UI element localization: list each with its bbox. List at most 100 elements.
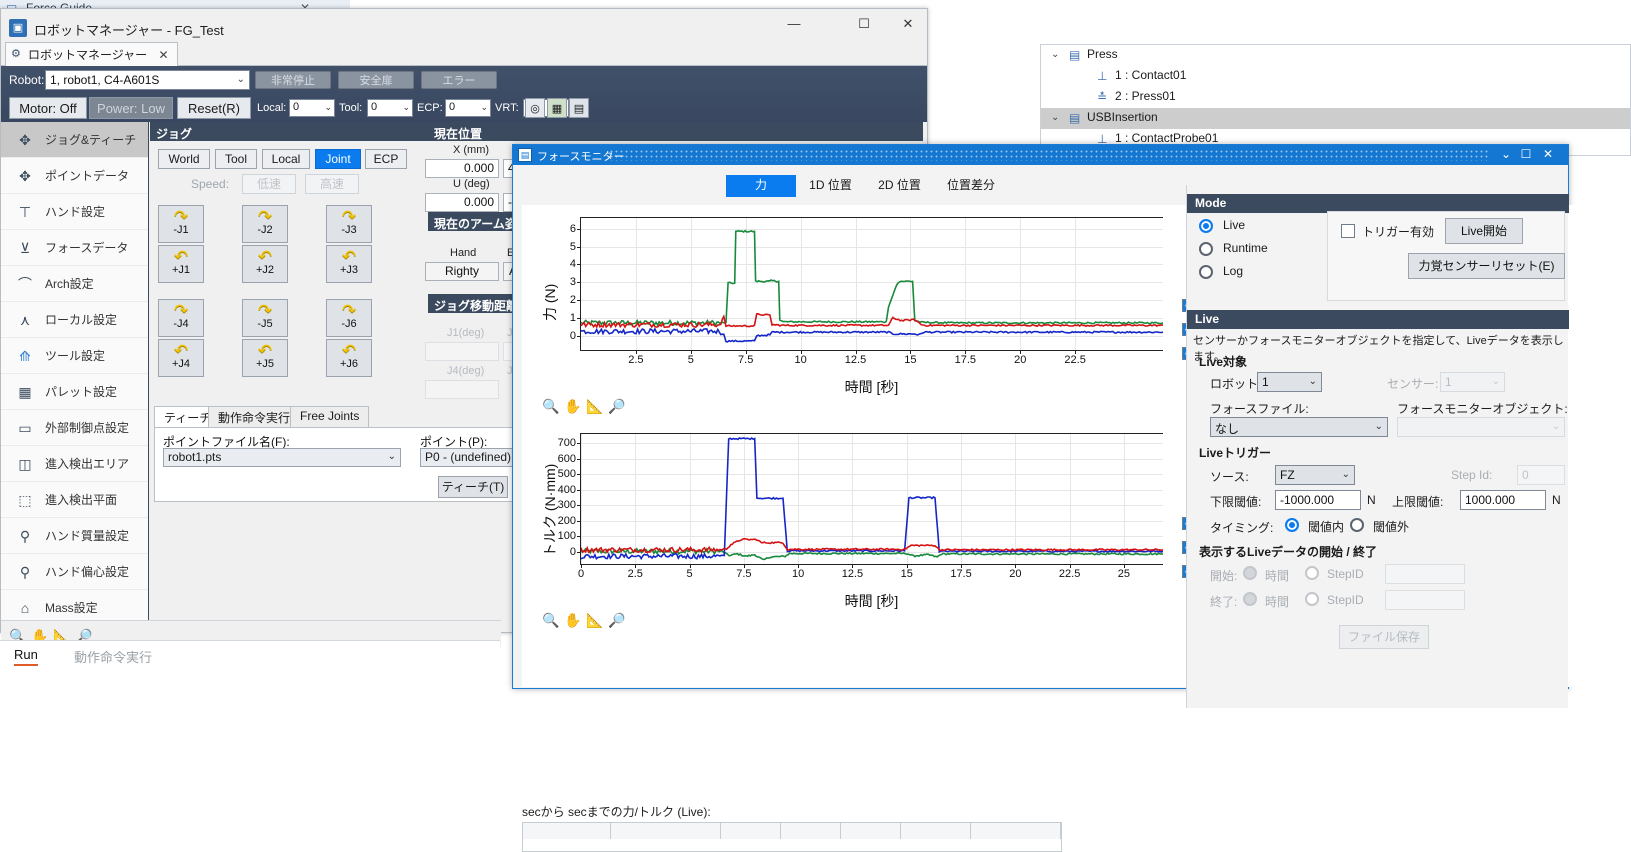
timing-radio-out[interactable] [1350, 518, 1364, 532]
lower-threshold-input[interactable]: -1000.000 [1275, 490, 1361, 510]
sidebar-item-label: フォースデータ [45, 241, 128, 255]
jog-panel-header: ジョグ [150, 122, 428, 141]
zoom-reset-icon[interactable]: 🔎 [608, 611, 626, 629]
force-file-select[interactable]: なし ⌄ [1210, 417, 1388, 437]
tab-close-icon[interactable]: ✕ [159, 48, 169, 62]
jog-button-minus-J1[interactable]: ↷-J1 [158, 205, 204, 243]
jog-button-plusminus-J4[interactable]: ↶+J4 [158, 339, 204, 377]
x-value[interactable]: 0.000 [425, 159, 499, 178]
jog-mode-local[interactable]: Local [262, 149, 310, 169]
timing-radio-in[interactable] [1285, 518, 1299, 532]
minimize-button[interactable]: — [771, 9, 817, 39]
tab-motion-command[interactable]: 動作命令実行 [74, 647, 152, 666]
grid-icon[interactable]: ▦ [547, 98, 567, 118]
mode-radio-live[interactable] [1199, 219, 1213, 233]
jog-button-plusminus-J5[interactable]: ↶+J5 [242, 339, 288, 377]
jog-mode-world[interactable]: World [158, 149, 210, 169]
force-sensor-reset-button[interactable]: 力覚センサーリセット(E) [1408, 253, 1565, 279]
sidebar-item-6[interactable]: ⟰ツール設定 [1, 338, 148, 374]
sidebar-item-9[interactable]: ◫進入検出エリア [1, 446, 148, 482]
measure-icon[interactable]: 📐 [586, 611, 604, 629]
sidebar-item-10[interactable]: ⬚進入検出平面 [1, 482, 148, 518]
tree-item-0[interactable]: ⌄▤Press [1041, 45, 1630, 66]
jog-button-label: +J4 [159, 358, 203, 370]
measure-icon[interactable]: 📐 [586, 397, 604, 415]
reset-button[interactable]: Reset(R) [177, 97, 251, 119]
motor-toggle-button[interactable]: Motor: Off [9, 97, 87, 119]
table-col-7 [971, 823, 1061, 839]
emergency-stop-indicator: 非常停止 [255, 71, 331, 89]
tool-select[interactable]: 0⌄ [367, 99, 413, 117]
zoom-reset-icon[interactable]: 🔎 [608, 397, 626, 415]
force-monitor-tab-0[interactable]: 力 [726, 175, 796, 197]
jog-button-plusminus-J1[interactable]: ↶+J1 [158, 245, 204, 283]
x-tick-label: 2.5 [628, 354, 643, 366]
mode-radio-log[interactable] [1199, 265, 1213, 279]
sidebar-item-4[interactable]: ⌒Arch設定 [1, 266, 148, 302]
zoom-in-icon[interactable]: 🔍 [542, 611, 560, 629]
sidebar-item-8[interactable]: ▭外部制御点設定 [1, 410, 148, 446]
tool-value: 0 [371, 101, 377, 113]
jog-button-plusminus-J3[interactable]: ↶+J3 [326, 245, 372, 283]
jog-button-label: +J5 [243, 358, 287, 370]
u-value[interactable]: 0.000 [425, 193, 499, 212]
chevron-down-icon[interactable]: ⌄ [1051, 49, 1059, 60]
jog-mode-joint[interactable]: Joint [315, 149, 361, 169]
teach-tab-1[interactable]: 動作命令実行 [208, 406, 300, 428]
teach-button[interactable]: ティーチ(T) [438, 476, 508, 498]
tab-robot-manager-label: ロボットマネージャー [28, 48, 147, 62]
force-monitor-tab-2[interactable]: 2D 位置 [865, 175, 934, 197]
sidebar-item-label: Arch設定 [45, 277, 94, 291]
robot-select[interactable]: 1, robot1, C4-A601S ⌄ [45, 70, 250, 90]
camera-icon[interactable]: ◎ [525, 98, 545, 118]
sidebar-item-12[interactable]: ⚲ハンド偏心設定 [1, 554, 148, 590]
live-start-button[interactable]: Live開始 [1445, 218, 1523, 244]
pan-hand-icon[interactable]: ✋ [564, 611, 582, 629]
jog-button-plusminus-J6[interactable]: ↶+J6 [326, 339, 372, 377]
tree-item-3[interactable]: ⌄▤USBInsertion [1041, 108, 1630, 129]
local-select[interactable]: 0⌄ [289, 99, 335, 117]
timing-label-out: 閾値外 [1373, 518, 1409, 535]
jog-mode-tool[interactable]: Tool [215, 149, 257, 169]
close-button[interactable]: ✕ [885, 9, 931, 39]
tree-item-2[interactable]: ≛2 : Press01 [1041, 87, 1630, 108]
force-monitor-tab-1[interactable]: 1D 位置 [796, 175, 865, 197]
sidebar-item-0[interactable]: ✥ジョグ&ティーチ [1, 122, 148, 158]
upper-threshold-input[interactable]: 1000.000 [1460, 490, 1546, 510]
sidebar-item-2[interactable]: ⊤ハンド設定 [1, 194, 148, 230]
trigger-enabled-checkbox[interactable] [1341, 224, 1355, 238]
sidebar-item-3[interactable]: ⊻フォースデータ [1, 230, 148, 266]
jog-mode-ecp[interactable]: ECP [365, 149, 407, 169]
sidebar-item-5[interactable]: ⋏ローカル設定 [1, 302, 148, 338]
maximize-button[interactable]: ☐ [841, 9, 887, 39]
force-monitor-tab-3[interactable]: 位置差分 [934, 175, 1008, 197]
sidebar-item-11[interactable]: ⚲ハンド質量設定 [1, 518, 148, 554]
tree-item-1[interactable]: ⊥1 : Contact01 [1041, 66, 1630, 87]
u-label: U (deg) [453, 178, 490, 190]
jog-button-plusminus-J2[interactable]: ↶+J2 [242, 245, 288, 283]
close-button[interactable]: ✕ [1540, 147, 1556, 161]
zoom-in-icon[interactable]: 🔍 [542, 397, 560, 415]
minimize-button[interactable]: ⌄ [1498, 147, 1514, 161]
source-select[interactable]: FZ ⌄ [1275, 465, 1355, 485]
ecp-select[interactable]: 0⌄ [445, 99, 491, 117]
jog-button-minus-J4[interactable]: ↷-J4 [158, 299, 204, 337]
robot-select[interactable]: 1 ⌄ [1257, 372, 1322, 392]
panel-icon[interactable]: ▤ [569, 98, 589, 118]
jog-button-minus-J3[interactable]: ↷-J3 [326, 205, 372, 243]
jog-button-minus-J6[interactable]: ↷-J6 [326, 299, 372, 337]
sidebar-item-1[interactable]: ✥ポイントデータ [1, 158, 148, 194]
chevron-down-icon[interactable]: ⌄ [1051, 112, 1059, 123]
jog-button-minus-J2[interactable]: ↷-J2 [242, 205, 288, 243]
tab-robot-manager[interactable]: ⚙ ロボットマネージャー ✕ [5, 42, 178, 66]
teach-tab-2[interactable]: Free Joints [290, 406, 369, 428]
sidebar-item-7[interactable]: ▦パレット設定 [1, 374, 148, 410]
mode-radio-runtime[interactable] [1199, 242, 1213, 256]
pan-hand-icon[interactable]: ✋ [564, 397, 582, 415]
maximize-button[interactable]: ☐ [1518, 147, 1534, 161]
tab-run[interactable]: Run [14, 647, 38, 666]
jog-button-minus-J5[interactable]: ↷-J5 [242, 299, 288, 337]
sidebar-item-label: 外部制御点設定 [45, 421, 129, 435]
point-file-select[interactable]: robot1.pts ⌄ [163, 448, 401, 467]
entry-detection-area-icon: ◫ [15, 454, 35, 474]
